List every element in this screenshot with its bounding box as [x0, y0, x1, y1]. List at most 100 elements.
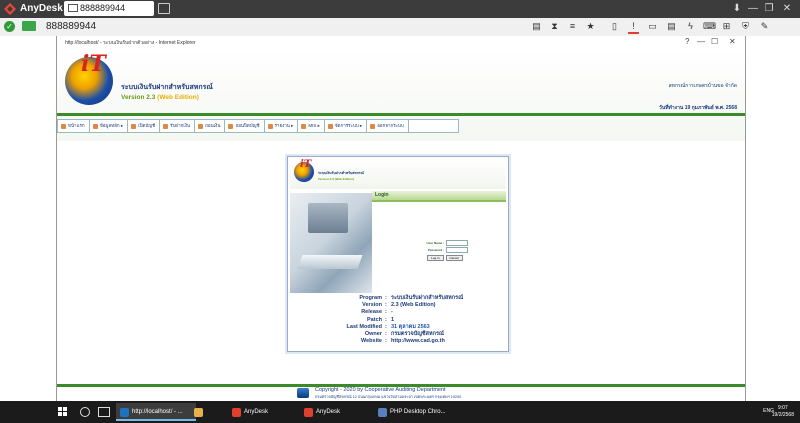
browser-window: http://localhost/ - ระบบเงินรับฝากตัวอย่… [56, 36, 746, 401]
it-logo-text: iT [300, 159, 312, 170]
info-row: Website: http://www.cad.go.th [361, 338, 445, 345]
header-divider [57, 113, 745, 116]
info-row: Version:2.3 (Web Edition) [362, 302, 436, 309]
new-tab-button[interactable] [158, 3, 170, 14]
anydesk-logo-icon [4, 3, 16, 15]
login-title: Login [375, 192, 389, 198]
login-title-bar: Login [372, 191, 506, 200]
it-logo-text: iT [81, 51, 106, 77]
hourglass-icon[interactable]: ⧗ [549, 21, 560, 32]
cancel-button[interactable]: Cancel [445, 255, 463, 261]
minimize-button[interactable]: — [746, 2, 760, 16]
close-button[interactable]: ✕ [780, 2, 794, 16]
remote-address: 888889944 [46, 21, 97, 32]
gear-icon [327, 123, 333, 129]
menu-logout[interactable]: ออกจากระบบ [367, 120, 409, 132]
version-label: Version 2.3 (Web Edition) [121, 94, 199, 101]
edit-icon[interactable]: ✎ [759, 21, 770, 32]
anydesk-icon [232, 407, 241, 417]
session-tab[interactable]: 888889944 [64, 1, 154, 16]
anydesk-toolbar: ✓ 888889944 ▤ ⧗ ≡ ★ ▯ ! ▭ ▤ ϟ ⌨ ⊞ ⛨ ✎ [0, 18, 800, 37]
taskbar: http://localhost/ - ... AnyDesk AnyDesk … [0, 401, 800, 423]
info-row: Owner: กรมตรวจบัญชีสหกรณ์ [364, 330, 445, 337]
taskbar-app-anydesk-2[interactable]: AnyDesk [300, 403, 378, 421]
info-row: Release: - [361, 309, 393, 316]
keyboard-image [297, 255, 363, 269]
chart-icon [301, 123, 307, 129]
ie-icon [120, 407, 129, 417]
password-label: Password : [427, 247, 444, 252]
session-tab-label: 888889944 [80, 3, 126, 13]
menu-master-data[interactable]: ข้อมูลหลัก ▸ [90, 120, 129, 132]
connected-check-icon: ✓ [4, 21, 15, 32]
info-row: Patch:1 [367, 316, 395, 323]
menu-reports[interactable]: รายงาน ▸ [265, 120, 299, 132]
browser-maximize-button[interactable]: ☐ [711, 37, 718, 46]
windows-start-icon[interactable] [58, 407, 68, 417]
footer: Copyright - 2020 by Cooperative Auditing… [57, 387, 745, 401]
file-icon[interactable]: ▯ [609, 21, 620, 32]
book-icon [163, 123, 169, 129]
search-icon[interactable] [80, 407, 90, 417]
download-icon[interactable]: ⬇ [730, 2, 744, 16]
browser-close-button[interactable]: ✕ [729, 37, 736, 46]
database-icon[interactable]: ≡ [567, 21, 578, 32]
taskbar-app-explorer[interactable] [190, 403, 214, 421]
task-view-icon[interactable] [98, 407, 110, 417]
login-button[interactable]: Log In [427, 255, 444, 261]
browser-minimize-button[interactable]: — [697, 37, 705, 46]
alert-icon[interactable]: ! [628, 21, 639, 34]
coop-name: สหกรณ์การเกษตรบ้านขอ จำกัด [668, 83, 737, 89]
login-form: User Name : Password : Log In Cancel [408, 239, 468, 261]
report-icon [267, 123, 273, 129]
home-icon [61, 123, 66, 129]
help-button[interactable]: ? [685, 37, 689, 46]
keyboard-icon[interactable]: ⌨ [703, 21, 716, 32]
menu-withdraw[interactable]: ถอนเงิน [195, 120, 226, 132]
book-icon [131, 123, 137, 129]
info-row: Program: ระบบเงินรับฝากสำหรับสหกรณ์ [359, 295, 464, 301]
menu-deposit[interactable]: รับฝากเงิน [160, 120, 196, 132]
menu-home[interactable]: หน้าแรก [58, 120, 90, 132]
shield-grid-icon[interactable]: ⊞ [721, 21, 732, 32]
remote-screen-icon[interactable] [22, 21, 36, 31]
taskbar-app-anydesk-1[interactable]: AnyDesk [228, 403, 306, 421]
system-name: ระบบเงินรับฝากสำหรับสหกรณ์ [121, 84, 213, 91]
department-logo-icon [297, 388, 309, 398]
monitor-image [308, 203, 348, 233]
work-date: วันที่ทำงาน 19 กุมภาพันธ์ พ.ศ. 2568 [659, 105, 737, 111]
monitor-icon[interactable]: ▭ [647, 21, 658, 32]
info-row: Last Modified:31 ตุลาคม 2563 [346, 323, 430, 330]
php-desktop-icon [378, 407, 387, 417]
logout-icon [370, 123, 376, 129]
menu-mis[interactable]: MIS ▸ [298, 120, 325, 132]
computer-illustration [290, 193, 372, 293]
book-icon [228, 123, 234, 129]
menu-admin[interactable]: จัดการระบบ ▸ [325, 120, 368, 132]
username-input[interactable] [446, 239, 468, 246]
book-icon [198, 123, 204, 129]
taskbar-app-php-desktop[interactable]: PHP Desktop Chro... [374, 403, 458, 421]
chat-icon[interactable]: ▤ [531, 21, 542, 32]
password-input[interactable] [446, 246, 468, 253]
login-header: iT ระบบเงินรับฝากสำหรับสหกรณ์ Version 2.… [290, 159, 506, 189]
lightning-icon[interactable]: ϟ [685, 21, 696, 32]
main-menu: หน้าแรก ข้อมูลหลัก ▸ เปิดบัญชี รับฝากเงิ… [57, 119, 459, 133]
login-panel: iT ระบบเงินรับฝากสำหรับสหกรณ์ Version 2.… [287, 156, 509, 352]
browser-title: http://localhost/ - ระบบเงินรับฝากตัวอย่… [65, 40, 196, 46]
restore-button[interactable]: ❐ [762, 2, 776, 16]
anydesk-icon [304, 407, 313, 417]
login-system-name: ระบบเงินรับฝากสำหรับสหกรณ์ [318, 171, 364, 175]
app-header: iT ระบบเงินรับฝากสำหรับสหกรณ์ Version 2.… [57, 49, 745, 141]
star-icon[interactable]: ★ [585, 21, 596, 32]
security-icon[interactable]: ⛨ [740, 21, 751, 32]
system-clock[interactable]: 9:07 19/2/2568 [772, 405, 794, 419]
menu-close-account[interactable]: ถอนปิดบัญชี [225, 120, 265, 132]
message-icon[interactable]: ▤ [666, 21, 677, 32]
taskbar-app-ie[interactable]: http://localhost/ - ... [116, 403, 196, 421]
anydesk-titlebar: AnyDesk 888889944 ⬇ — ❐ ✕ [0, 0, 800, 18]
app-name: AnyDesk [20, 3, 63, 14]
login-version: Version 2.3 (Web Edition) [318, 177, 354, 181]
menu-open-account[interactable]: เปิดบัญชี [128, 120, 161, 132]
folder-icon [194, 407, 203, 417]
